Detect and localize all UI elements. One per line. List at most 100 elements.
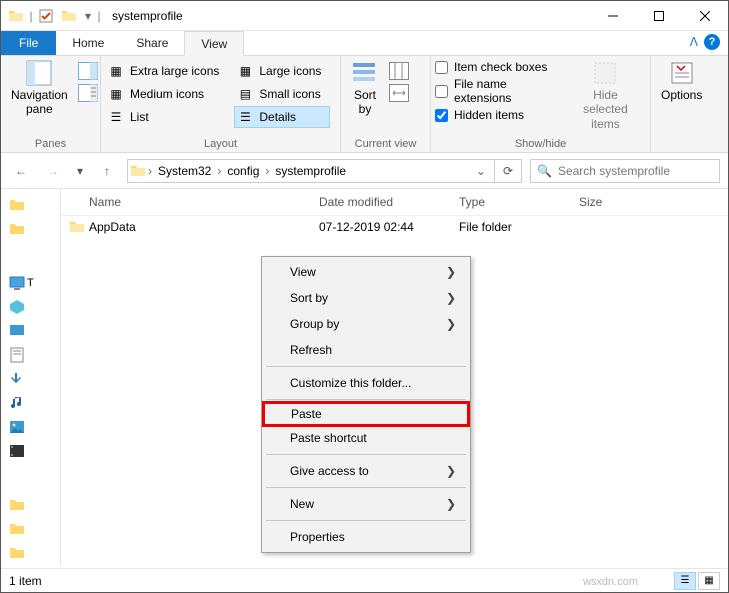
ribbon-group-options: Options bbox=[651, 56, 715, 152]
view-tab[interactable]: View bbox=[184, 31, 244, 56]
ctx-separator bbox=[266, 520, 466, 521]
add-columns-icon[interactable] bbox=[389, 62, 409, 80]
ctx-sort-by[interactable]: Sort by❯ bbox=[264, 285, 468, 311]
tree-this-pc[interactable]: T bbox=[3, 271, 58, 295]
ctx-paste-shortcut[interactable]: Paste shortcut bbox=[264, 425, 468, 451]
navigation-pane-button[interactable]: Navigation pane bbox=[5, 58, 74, 119]
tree-folder[interactable] bbox=[3, 493, 58, 517]
options-button[interactable]: Options bbox=[655, 58, 708, 104]
tree-folder[interactable] bbox=[3, 217, 58, 241]
col-name[interactable]: Name bbox=[89, 195, 319, 209]
ctx-separator bbox=[266, 366, 466, 367]
tree-downloads[interactable] bbox=[3, 367, 58, 391]
grid-icon: ▦ bbox=[237, 63, 253, 79]
ribbon: Navigation pane Panes ▦Extra large icons… bbox=[1, 56, 728, 153]
address-bar: ← → ▾ ↑ › System32 › config › systemprof… bbox=[1, 153, 728, 189]
chevron-right-icon[interactable]: › bbox=[148, 164, 152, 178]
tree-pictures[interactable] bbox=[3, 415, 58, 439]
file-tab[interactable]: File bbox=[1, 31, 56, 55]
share-tab[interactable]: Share bbox=[120, 31, 184, 55]
help-icon[interactable]: ? bbox=[704, 34, 720, 50]
layout-list[interactable]: ☰List bbox=[105, 106, 228, 128]
layout-medium[interactable]: ▦Medium icons bbox=[105, 83, 228, 105]
back-button[interactable]: ← bbox=[9, 159, 33, 183]
file-name-extensions[interactable]: File name extensions bbox=[435, 77, 561, 105]
tree-3d-objects[interactable] bbox=[3, 295, 58, 319]
grid-icon: ▤ bbox=[237, 86, 253, 102]
crumb-config[interactable]: config bbox=[223, 164, 263, 178]
chevron-right-icon: ❯ bbox=[446, 464, 456, 478]
close-button[interactable] bbox=[682, 1, 728, 31]
details-icon: ☰ bbox=[237, 109, 253, 125]
search-box[interactable]: 🔍 Search systemprofile bbox=[530, 159, 720, 183]
tree-desktop[interactable] bbox=[3, 319, 58, 343]
item-type: File folder bbox=[459, 220, 579, 234]
qat-separator: | bbox=[96, 5, 102, 27]
crumb-systemprofile[interactable]: systemprofile bbox=[271, 164, 350, 178]
search-icon: 🔍 bbox=[537, 164, 552, 178]
ctx-view[interactable]: View❯ bbox=[264, 259, 468, 285]
ctx-customize[interactable]: Customize this folder... bbox=[264, 370, 468, 396]
layout-large[interactable]: ▦Large icons bbox=[234, 60, 330, 82]
dropdown-icon[interactable]: ⌄ bbox=[470, 164, 492, 178]
ctx-paste[interactable]: Paste bbox=[262, 401, 470, 427]
qat-dropdown-icon[interactable]: ▾ bbox=[81, 5, 95, 27]
crumb-system32[interactable]: System32 bbox=[154, 164, 215, 178]
tree-documents[interactable] bbox=[3, 343, 58, 367]
tree-folder[interactable] bbox=[3, 193, 58, 217]
preview-pane-icon[interactable] bbox=[78, 62, 98, 80]
chevron-right-icon: ❯ bbox=[446, 497, 456, 511]
tree-videos[interactable] bbox=[3, 439, 58, 463]
ctx-new[interactable]: New❯ bbox=[264, 491, 468, 517]
collapse-ribbon-icon[interactable]: ᐱ bbox=[690, 35, 698, 49]
ctx-properties[interactable]: Properties bbox=[264, 524, 468, 550]
tree-folder[interactable] bbox=[3, 541, 58, 565]
refresh-icon[interactable]: ⟳ bbox=[497, 164, 519, 178]
ctx-group-by[interactable]: Group by❯ bbox=[264, 311, 468, 337]
hide-selected-items-button[interactable]: Hide selected items bbox=[565, 58, 646, 133]
maximize-button[interactable] bbox=[636, 1, 682, 31]
chevron-right-icon[interactable]: › bbox=[217, 164, 221, 178]
chevron-right-icon[interactable]: › bbox=[265, 164, 269, 178]
ctx-separator bbox=[266, 399, 466, 400]
layout-details[interactable]: ☰Details bbox=[234, 106, 330, 128]
ctx-separator bbox=[266, 454, 466, 455]
item-check-boxes[interactable]: Item check boxes bbox=[435, 60, 561, 74]
ribbon-group-panes: Navigation pane Panes bbox=[1, 56, 101, 152]
up-button[interactable]: ↑ bbox=[95, 159, 119, 183]
layout-extra-large[interactable]: ▦Extra large icons bbox=[105, 60, 228, 82]
layout-small[interactable]: ▤Small icons bbox=[234, 83, 330, 105]
folder-icon bbox=[69, 219, 89, 235]
navigation-tree[interactable]: T bbox=[1, 189, 61, 566]
show-hide-label: Show/hide bbox=[435, 136, 646, 152]
watermark: wsxdn.com bbox=[583, 576, 638, 588]
tree-music[interactable] bbox=[3, 391, 58, 415]
window-title: systemprofile bbox=[106, 9, 590, 23]
breadcrumb[interactable]: › System32 › config › systemprofile ⌄ ⟳ bbox=[127, 159, 522, 183]
home-tab[interactable]: Home bbox=[56, 31, 120, 55]
forward-button[interactable]: → bbox=[41, 159, 65, 183]
list-item[interactable]: AppData 07-12-2019 02:44 File folder bbox=[61, 216, 728, 238]
sort-by-button[interactable]: Sort by bbox=[345, 58, 385, 119]
details-view-icon[interactable]: ☰ bbox=[674, 572, 696, 590]
layout-label: Layout bbox=[105, 136, 336, 152]
col-date[interactable]: Date modified bbox=[319, 195, 459, 209]
col-type[interactable]: Type bbox=[459, 195, 579, 209]
tree-folder[interactable] bbox=[3, 517, 58, 541]
quick-access-toolbar: | ▾ | bbox=[1, 5, 106, 27]
qat-checkbox[interactable] bbox=[35, 5, 57, 27]
minimize-button[interactable] bbox=[590, 1, 636, 31]
large-icons-view-icon[interactable]: ▦ bbox=[698, 572, 720, 590]
qat-folder-icon[interactable] bbox=[58, 5, 80, 27]
recent-locations-icon[interactable]: ▾ bbox=[73, 159, 87, 183]
window-controls bbox=[590, 1, 728, 31]
qat-separator: | bbox=[28, 5, 34, 27]
ctx-give-access[interactable]: Give access to❯ bbox=[264, 458, 468, 484]
details-pane-icon[interactable] bbox=[78, 84, 98, 102]
col-size[interactable]: Size bbox=[579, 195, 659, 209]
hidden-items[interactable]: Hidden items bbox=[435, 108, 561, 122]
ribbon-group-current-view: Sort by Current view bbox=[341, 56, 431, 152]
ctx-refresh[interactable]: Refresh bbox=[264, 337, 468, 363]
ribbon-group-show-hide: Item check boxes File name extensions Hi… bbox=[431, 56, 651, 152]
size-columns-icon[interactable] bbox=[389, 84, 409, 102]
